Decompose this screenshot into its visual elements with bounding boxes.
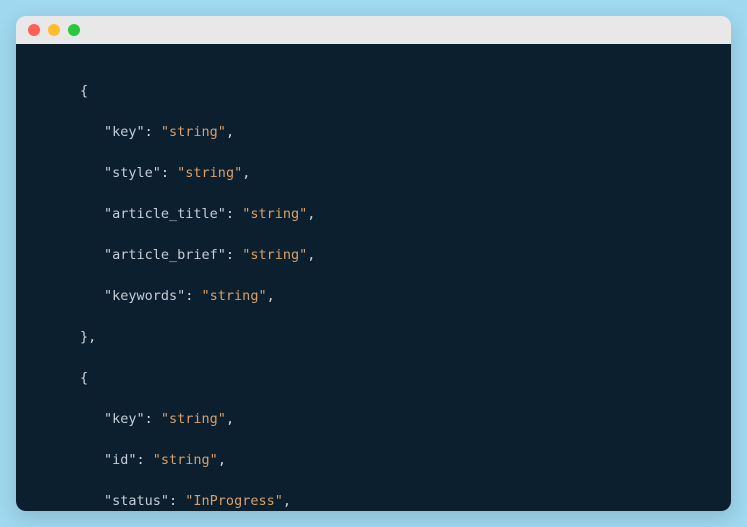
json-key: "status" <box>104 493 169 509</box>
comma: , <box>226 124 234 140</box>
json-key: "article_title" <box>104 206 226 222</box>
json-value: "string" <box>202 288 267 304</box>
colon: : <box>137 452 153 468</box>
json-value: "string" <box>242 247 307 263</box>
colon: : <box>226 247 242 263</box>
json-key: "id" <box>104 452 137 468</box>
comma: , <box>307 206 315 222</box>
comma: , <box>226 411 234 427</box>
comma: , <box>218 452 226 468</box>
colon: : <box>161 165 177 181</box>
code-window: { "key": "string", "style": "string", "a… <box>16 16 731 511</box>
comma: , <box>283 493 291 509</box>
colon: : <box>226 206 242 222</box>
close-icon[interactable] <box>28 24 40 36</box>
minimize-icon[interactable] <box>48 24 60 36</box>
json-key: "style" <box>104 165 161 181</box>
json-value: "InProgress" <box>185 493 283 509</box>
colon: : <box>169 493 185 509</box>
brace-open: { <box>80 83 88 99</box>
json-key: "key" <box>104 411 145 427</box>
comma: , <box>267 288 275 304</box>
brace-open: { <box>80 370 88 386</box>
colon: : <box>185 288 201 304</box>
json-value: "string" <box>153 452 218 468</box>
maximize-icon[interactable] <box>68 24 80 36</box>
json-value: "string" <box>177 165 242 181</box>
comma: , <box>307 247 315 263</box>
colon: : <box>145 411 161 427</box>
json-value: "string" <box>242 206 307 222</box>
code-area: { "key": "string", "style": "string", "a… <box>16 44 731 511</box>
titlebar <box>16 16 731 44</box>
colon: : <box>145 124 161 140</box>
json-value: "string" <box>161 411 226 427</box>
json-key: "article_brief" <box>104 247 226 263</box>
json-key: "key" <box>104 124 145 140</box>
comma: , <box>242 165 250 181</box>
brace-close: }, <box>80 329 96 345</box>
json-value: "string" <box>161 124 226 140</box>
json-key: "keywords" <box>104 288 185 304</box>
